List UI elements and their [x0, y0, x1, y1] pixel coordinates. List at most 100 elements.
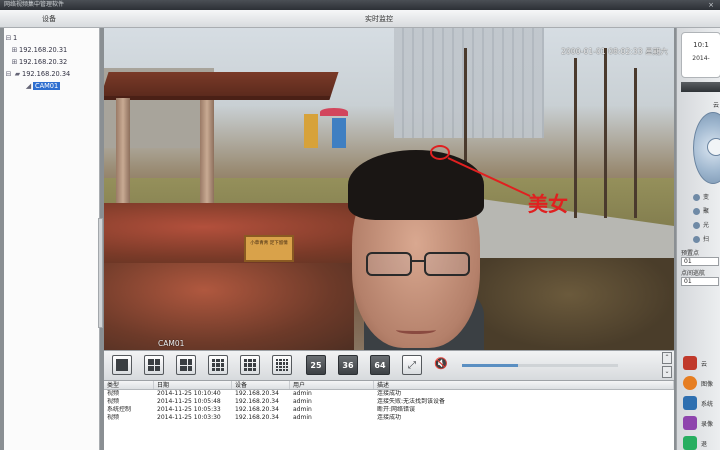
focus-control[interactable]: 聚: [693, 206, 709, 215]
cell-type: 视频: [107, 414, 120, 421]
cell-date: 2014-11-25 10:05:33: [157, 406, 221, 413]
scroll-up-icon[interactable]: ⌃: [662, 352, 672, 364]
cell-user: admin: [293, 398, 312, 405]
cell-user: admin: [293, 406, 312, 413]
cell-date: 2014-11-25 10:03:30: [157, 414, 221, 421]
ptz-button-label: 云: [701, 360, 708, 368]
exit-panel-button[interactable]: 退: [683, 434, 720, 450]
log-table: 类型 日期 设备 用户 描述 视频 2014-11-25 10:10:40 19…: [104, 380, 674, 450]
system-panel-button[interactable]: 系统: [683, 394, 720, 412]
record-panel-button[interactable]: 录像: [683, 414, 720, 432]
volume-slider[interactable]: [518, 364, 618, 367]
cell-description: 连接成功: [377, 414, 402, 421]
zoom-icon: [693, 194, 700, 201]
cruise-label: 点间巡航: [681, 270, 706, 277]
ptz-center-button[interactable]: [707, 138, 720, 156]
device-tree: ⊟ 1 ⊞ 192.168.20.31 ⊞ 192.168.20.32 ⊟ ▰ 192.1…: [4, 28, 103, 450]
table-row[interactable]: 视频 2014-11-25 10:03:30 192.168.20.34 adm…: [104, 414, 674, 422]
cruise-select[interactable]: 01: [681, 277, 719, 286]
iris-control[interactable]: 光: [693, 220, 709, 229]
table-row[interactable]: 视频 2014-11-25 10:10:40 192.168.20.34 adm…: [104, 390, 674, 398]
image-button-label: 图像: [701, 380, 714, 388]
tree-item-device-2[interactable]: ⊞ 192.168.20.32: [4, 56, 99, 68]
table-row[interactable]: 系统控制 2014-11-25 10:05:33 192.168.20.34 a…: [104, 406, 674, 414]
column-type[interactable]: 类型: [104, 381, 154, 389]
fullscreen-icon: ⤢: [408, 359, 416, 371]
tree-root[interactable]: ⊟ 1: [4, 32, 99, 44]
close-icon[interactable]: ×: [708, 0, 714, 10]
device-icon: ⊞: [11, 46, 18, 54]
layout-toolbar: 25 36 64 ⤢ 🔇: [104, 350, 674, 380]
ptz-panel-button[interactable]: 云: [683, 354, 720, 372]
preset-select[interactable]: 01: [681, 257, 719, 266]
collapse-icon[interactable]: ⊟: [4, 68, 13, 80]
sixteen-view-icon: [276, 359, 288, 371]
scan-icon: [693, 236, 700, 243]
splitter-handle[interactable]: [98, 218, 103, 328]
column-description[interactable]: 描述: [374, 381, 674, 389]
ptz-icon: [683, 356, 697, 370]
column-date[interactable]: 日期: [154, 381, 232, 389]
layout-6-button[interactable]: [176, 355, 196, 375]
single-view-icon: [116, 359, 128, 371]
iris-label: 光: [703, 222, 710, 229]
column-user[interactable]: 用户: [290, 381, 374, 389]
clock-widget: 10:1 2014-: [681, 32, 720, 78]
image-icon: [683, 376, 697, 390]
six-view-icon: [180, 359, 192, 371]
control-panel: 10:1 2014- 云 变 聚 光 扫 预置点 01 点间巡航 01 云 图像…: [676, 28, 720, 450]
layout-36-button[interactable]: 36: [338, 355, 358, 375]
fullscreen-button[interactable]: ⤢: [402, 355, 422, 375]
cell-device: 192.168.20.34: [235, 406, 279, 413]
layout-4-button[interactable]: [144, 355, 164, 375]
table-row[interactable]: 视频 2014-11-25 10:05:48 192.168.20.34 adm…: [104, 398, 674, 406]
tree-item-label: 192.168.20.32: [19, 58, 68, 66]
app-title: 网络视频集中管理软件: [4, 1, 65, 8]
devices-header: 设备: [42, 15, 56, 23]
tree-item-device-3[interactable]: ⊟ ▰ 192.168.20.34: [4, 68, 99, 80]
layout-8-button[interactable]: [208, 355, 228, 375]
system-button-label: 系统: [701, 400, 714, 408]
cell-device: 192.168.20.34: [235, 414, 279, 421]
image-panel-button[interactable]: 图像: [683, 374, 720, 392]
clock-date: 2014-: [692, 55, 710, 62]
tree-item-camera[interactable]: ◢ CAM01: [4, 80, 99, 92]
volume-fill: [462, 364, 518, 367]
ptz-label: 云: [713, 102, 720, 109]
cell-description: 连接失败:无法找到该设备: [377, 398, 446, 405]
column-device[interactable]: 设备: [232, 381, 290, 389]
eight-view-icon: [212, 359, 224, 371]
focus-icon: [693, 208, 700, 215]
log-header: 类型 日期 设备 用户 描述: [104, 381, 674, 390]
cell-device: 192.168.20.34: [235, 390, 279, 397]
cell-date: 2014-11-25 10:05:48: [157, 398, 221, 405]
layout-25-button[interactable]: 25: [306, 355, 326, 375]
tree-item-device-1[interactable]: ⊞ 192.168.20.31: [4, 44, 99, 56]
mute-icon[interactable]: 🔇: [434, 357, 448, 370]
record-icon: [683, 416, 697, 430]
cell-type: 视频: [107, 390, 120, 397]
zoom-control[interactable]: 变: [693, 192, 709, 201]
layout-9-button[interactable]: [240, 355, 260, 375]
panel-divider: [681, 82, 720, 92]
record-button-label: 录像: [701, 420, 714, 428]
quad-view-icon: [148, 359, 160, 371]
system-icon: [683, 396, 697, 410]
preset-label: 预置点: [681, 250, 700, 257]
scroll-down-icon[interactable]: ⌄: [662, 366, 672, 378]
layout-64-button[interactable]: 64: [370, 355, 390, 375]
layout-1-button[interactable]: [112, 355, 132, 375]
exit-icon: [683, 436, 697, 450]
nine-view-icon: [244, 359, 256, 371]
scan-control[interactable]: 扫: [693, 234, 709, 243]
zoom-label: 变: [703, 194, 710, 201]
focus-label: 聚: [703, 208, 710, 215]
layout-16-button[interactable]: [272, 355, 292, 375]
video-view[interactable]: 小草青青 足下留情 美女 2000-01-01 08:02:33 星期六 CAM…: [104, 28, 674, 350]
tree-item-label: CAM01: [33, 82, 61, 90]
toolbar-scroller: ⌃ ⌄: [660, 350, 674, 380]
collapse-icon[interactable]: ⊟: [4, 32, 13, 44]
monitor-header: 实时监控: [365, 15, 393, 23]
device-icon: ⊞: [11, 58, 18, 66]
device-icon: ▰: [14, 70, 21, 78]
